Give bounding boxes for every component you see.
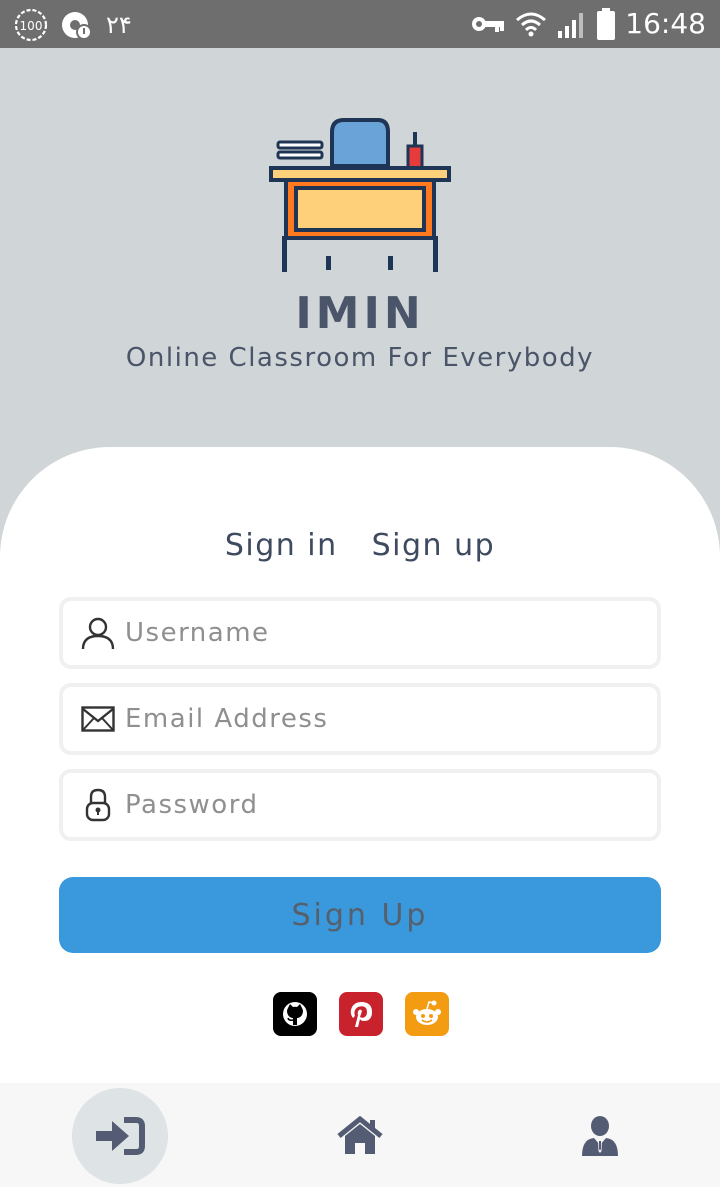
data-saver-icon bbox=[60, 8, 94, 42]
lock-icon bbox=[81, 788, 115, 822]
home-icon bbox=[336, 1116, 384, 1156]
user-icon bbox=[81, 616, 115, 650]
social-login-row bbox=[273, 992, 449, 1036]
vpn-key-icon bbox=[471, 14, 505, 34]
profile-icon bbox=[580, 1115, 620, 1157]
status-bar-left: 100 ۲۴ bbox=[14, 7, 132, 43]
tab-sign-in[interactable]: Sign in bbox=[225, 528, 338, 563]
username-input[interactable] bbox=[123, 617, 607, 649]
tab-sign-up[interactable]: Sign up bbox=[372, 528, 496, 563]
nav-login[interactable] bbox=[72, 1088, 168, 1184]
status-bar-right: 16:48 bbox=[471, 6, 706, 42]
username-field[interactable] bbox=[59, 597, 661, 669]
auth-tabs: Sign in Sign up bbox=[0, 528, 720, 563]
nav-profile[interactable] bbox=[552, 1088, 648, 1184]
nav-home[interactable] bbox=[312, 1088, 408, 1184]
notification-text: ۲۴ bbox=[106, 11, 132, 39]
desk-logo-icon bbox=[268, 116, 452, 280]
clock: 16:48 bbox=[625, 7, 706, 40]
battery-icon bbox=[597, 8, 616, 40]
pinterest-icon[interactable] bbox=[339, 992, 383, 1036]
sign-up-button[interactable]: Sign Up bbox=[59, 877, 661, 953]
envelope-icon bbox=[81, 702, 115, 736]
battery-saver-level: 100 bbox=[20, 19, 43, 33]
email-input[interactable] bbox=[123, 703, 607, 735]
password-input[interactable] bbox=[123, 789, 607, 821]
cell-signal-icon bbox=[557, 9, 587, 39]
battery-saver-icon: 100 bbox=[14, 8, 48, 42]
app-tagline: Online Classroom For Everybody bbox=[125, 343, 595, 373]
email-field[interactable] bbox=[59, 683, 661, 755]
github-icon[interactable] bbox=[273, 992, 317, 1036]
bottom-nav bbox=[0, 1083, 720, 1187]
app-title: IMIN bbox=[295, 288, 425, 339]
password-field[interactable] bbox=[59, 769, 661, 841]
login-icon bbox=[94, 1116, 146, 1156]
reddit-icon[interactable] bbox=[405, 992, 449, 1036]
status-bar: 100 ۲۴ 16:48 bbox=[0, 0, 720, 48]
wifi-icon bbox=[515, 10, 547, 38]
